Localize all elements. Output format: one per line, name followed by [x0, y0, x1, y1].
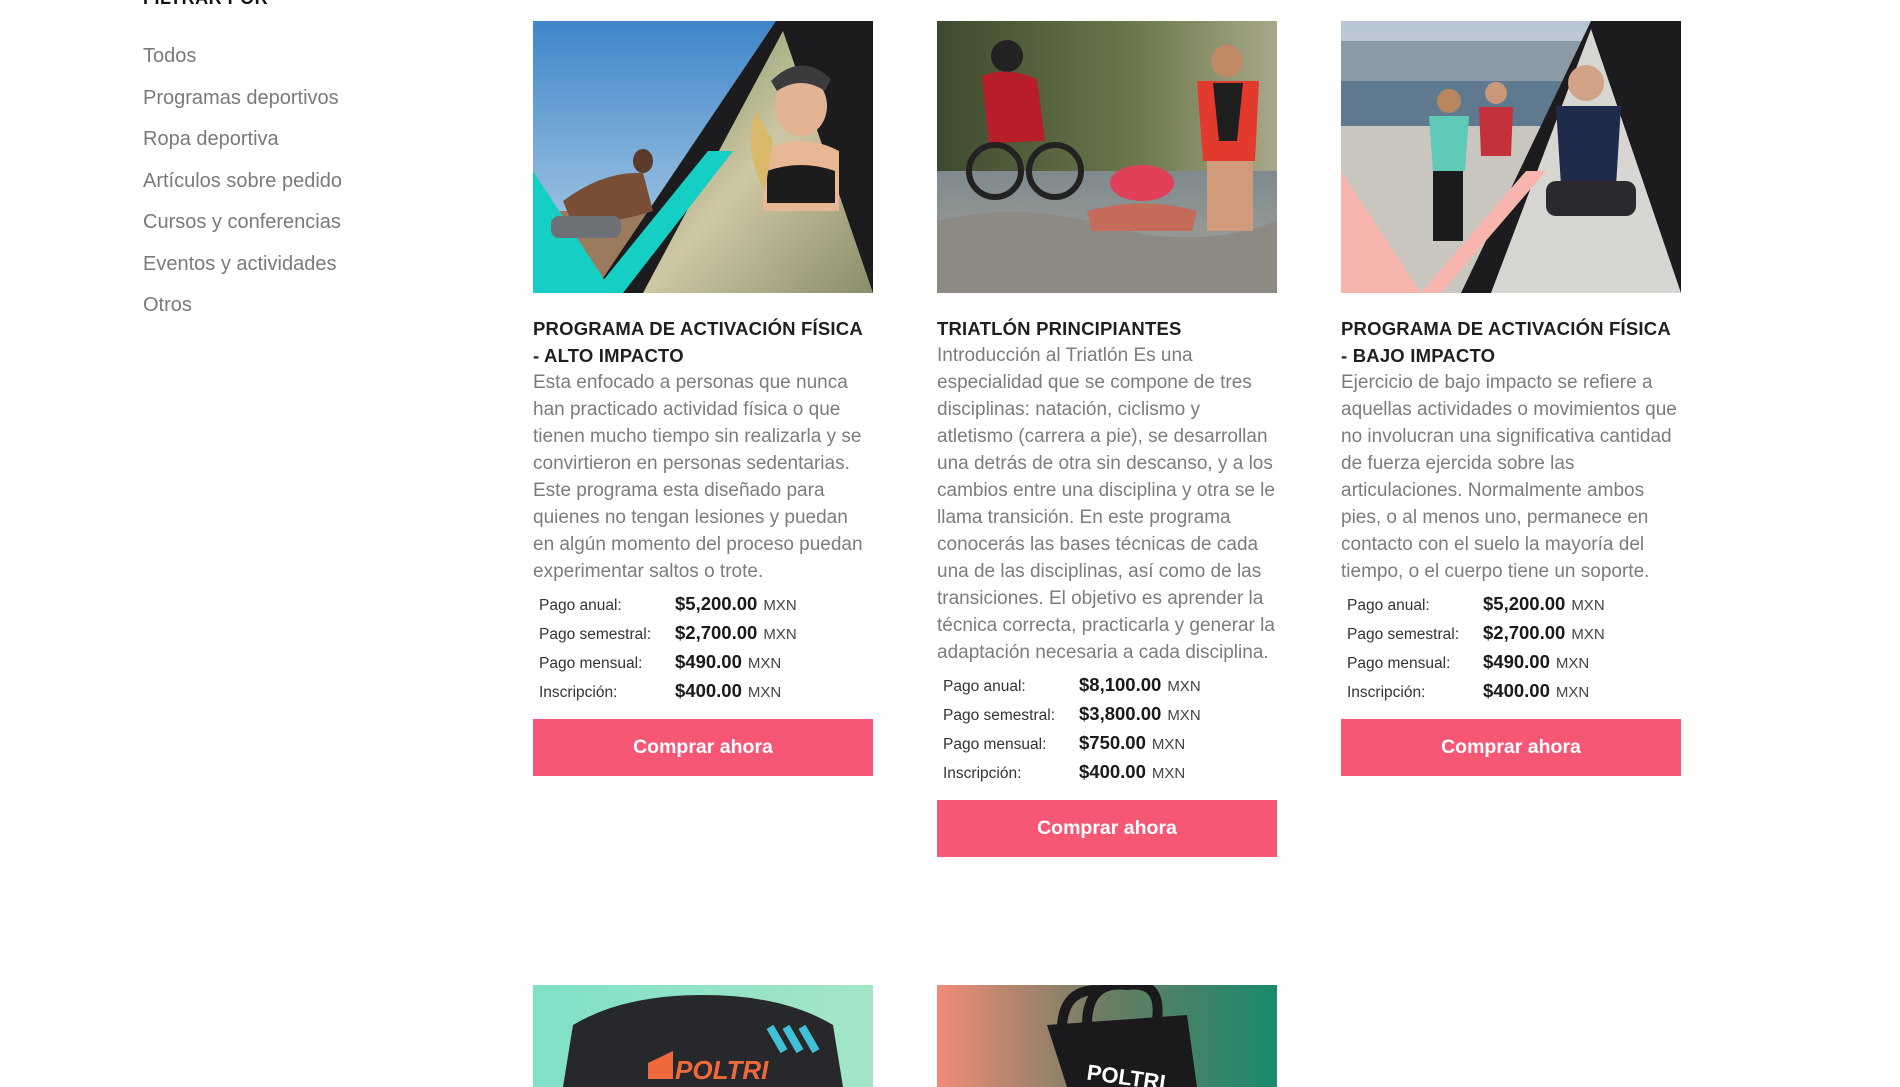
price-label: Inscripción:	[943, 765, 1022, 782]
filter-list: Todos Programas deportivos Ropa deportiv…	[143, 36, 342, 327]
svg-text:POLTRI: POLTRI	[675, 1055, 769, 1085]
price-amount: $5,200.00	[675, 593, 758, 614]
price-label: Inscripción:	[539, 684, 618, 701]
price-row-semestral: Pago semestral: $2,700.00 MXN	[1347, 622, 1675, 651]
price-row-anual: Pago anual: $5,200.00 MXN	[1347, 593, 1675, 622]
price-currency: MXN	[763, 597, 797, 614]
price-row-mensual: Pago mensual: $750.00 MXN	[943, 732, 1271, 761]
price-amount: $490.00	[675, 651, 742, 672]
price-amount: $750.00	[1079, 732, 1146, 753]
price-amount: $8,100.00	[1079, 674, 1162, 695]
product-title[interactable]: PROGRAMA DE ACTIVACIÓN FÍSICA - BAJO IMP…	[1341, 315, 1681, 369]
product-description: Ejercicio de bajo impacto se refiere a a…	[1341, 372, 1677, 582]
filter-item-otros[interactable]: Otros	[143, 285, 342, 327]
filter-item-articulos-sobre-pedido[interactable]: Artículos sobre pedido	[143, 161, 342, 203]
price-label: Pago mensual:	[539, 655, 643, 672]
product-image-shirt[interactable]: POLTRI	[533, 985, 873, 1087]
product-image-alto-impacto[interactable]	[533, 21, 873, 293]
product-card-bajo-impacto: PROGRAMA DE ACTIVACIÓN FÍSICA - BAJO IMP…	[1341, 21, 1681, 776]
product-image-bajo-impacto[interactable]	[1341, 21, 1681, 293]
price-currency: MXN	[1167, 707, 1201, 724]
price-label: Pago semestral:	[943, 707, 1055, 724]
price-label: Inscripción:	[1347, 684, 1426, 701]
price-amount: $3,800.00	[1079, 703, 1162, 724]
price-currency: MXN	[763, 626, 797, 643]
product-image-bag[interactable]: POLTRI	[937, 985, 1277, 1087]
price-currency: MXN	[1571, 597, 1605, 614]
filter-item-programas-deportivos[interactable]: Programas deportivos	[143, 78, 342, 120]
price-row-semestral: Pago semestral: $2,700.00 MXN	[539, 622, 867, 651]
product-description: Esta enfocado a personas que nunca han p…	[533, 372, 863, 582]
price-currency: MXN	[1167, 678, 1201, 695]
price-amount: $490.00	[1483, 651, 1550, 672]
buy-now-button[interactable]: Comprar ahora	[533, 719, 873, 776]
price-label: Pago semestral:	[539, 626, 651, 643]
filter-item-eventos-y-actividades[interactable]: Eventos y actividades	[143, 244, 342, 286]
buy-now-button[interactable]: Comprar ahora	[937, 800, 1277, 857]
price-currency: MXN	[1555, 684, 1590, 701]
price-amount: $400.00	[1483, 680, 1550, 701]
price-currency: MXN	[747, 684, 782, 701]
filter-title: FILTRAR POR	[143, 0, 268, 9]
price-table: Pago anual: $8,100.00 MXN Pago semestral…	[937, 674, 1277, 790]
product-card-triatlon: TRIATLÓN PRINCIPIANTES Introducción al T…	[937, 21, 1277, 857]
price-currency: MXN	[747, 655, 782, 672]
price-row-anual: Pago anual: $5,200.00 MXN	[539, 593, 867, 622]
price-amount: $5,200.00	[1483, 593, 1566, 614]
price-currency: MXN	[1151, 736, 1186, 753]
price-table: Pago anual: $5,200.00 MXN Pago semestral…	[1341, 593, 1681, 709]
price-label: Pago mensual:	[1347, 655, 1451, 672]
price-currency: MXN	[1555, 655, 1590, 672]
filter-item-ropa-deportiva[interactable]: Ropa deportiva	[143, 119, 342, 161]
price-amount: $400.00	[675, 680, 742, 701]
price-row-inscripcion: Inscripción: $400.00 MXN	[943, 761, 1271, 790]
price-amount: $2,700.00	[675, 622, 758, 643]
price-row-mensual: Pago mensual: $490.00 MXN	[539, 651, 867, 680]
price-label: Pago anual:	[539, 597, 622, 614]
price-currency: MXN	[1571, 626, 1605, 643]
price-row-inscripcion: Inscripción: $400.00 MXN	[1347, 680, 1675, 709]
filter-item-todos[interactable]: Todos	[143, 36, 342, 78]
price-label: Pago anual:	[1347, 597, 1430, 614]
product-title[interactable]: PROGRAMA DE ACTIVACIÓN FÍSICA - ALTO IMP…	[533, 315, 873, 369]
price-amount: $2,700.00	[1483, 622, 1566, 643]
product-description: Introducción al Triatlón Es una especial…	[937, 345, 1275, 663]
price-row-mensual: Pago mensual: $490.00 MXN	[1347, 651, 1675, 680]
buy-now-button[interactable]: Comprar ahora	[1341, 719, 1681, 776]
product-title[interactable]: TRIATLÓN PRINCIPIANTES	[937, 315, 1277, 342]
price-currency: MXN	[1151, 765, 1186, 782]
price-row-inscripcion: Inscripción: $400.00 MXN	[539, 680, 867, 709]
product-image-triatlon[interactable]	[937, 21, 1277, 293]
filter-item-cursos-y-conferencias[interactable]: Cursos y conferencias	[143, 202, 342, 244]
price-amount: $400.00	[1079, 761, 1146, 782]
product-card-alto-impacto: PROGRAMA DE ACTIVACIÓN FÍSICA - ALTO IMP…	[533, 21, 873, 776]
price-table: Pago anual: $5,200.00 MXN Pago semestral…	[533, 593, 873, 709]
price-row-semestral: Pago semestral: $3,800.00 MXN	[943, 703, 1271, 732]
price-label: Pago anual:	[943, 678, 1026, 695]
price-label: Pago semestral:	[1347, 626, 1459, 643]
price-row-anual: Pago anual: $8,100.00 MXN	[943, 674, 1271, 703]
price-label: Pago mensual:	[943, 736, 1047, 753]
